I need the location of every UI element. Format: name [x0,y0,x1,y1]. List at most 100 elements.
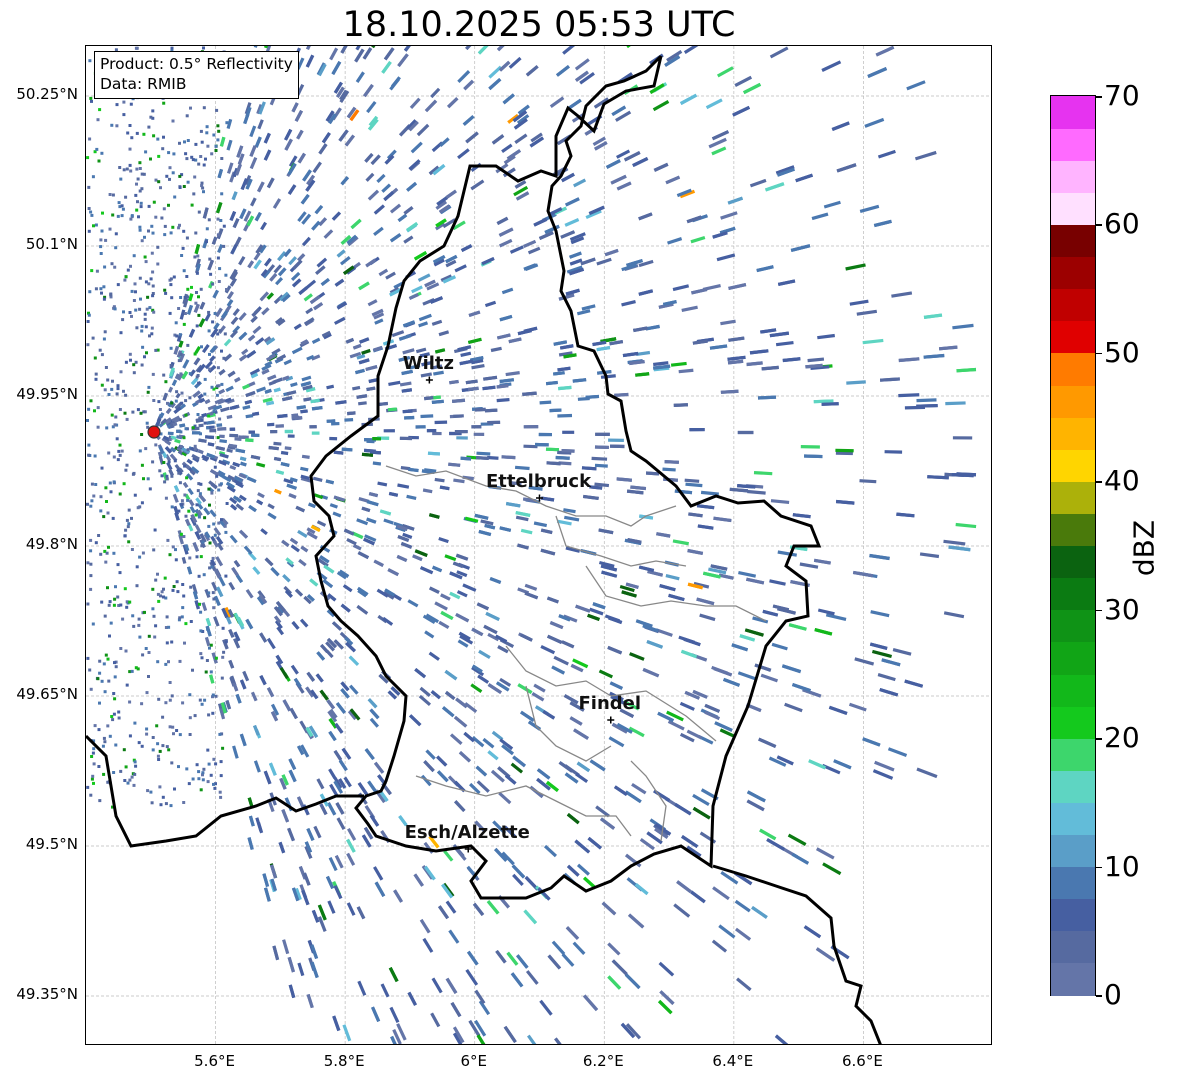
echo-cell [197,777,201,781]
echo-cell [817,333,835,340]
map-plot-area[interactable] [85,45,992,1045]
echo-cell [272,377,283,384]
echo-cell [333,749,343,761]
echo-cell [294,588,304,597]
echo-cell [87,313,91,317]
echo-cell [491,134,505,145]
echo-cell [487,750,499,761]
echo-cell [300,466,309,472]
radar-map[interactable] [86,46,992,1045]
echo-cell [153,635,157,639]
echo-cell [267,503,275,510]
echo-cell [454,264,467,273]
echo-cell [524,591,539,600]
echo-cell [238,312,247,321]
echo-cell [109,490,113,494]
echo-cell [327,900,336,914]
echo-cell [221,626,225,630]
echo-cell [130,669,134,673]
echo-cell [87,453,91,457]
echo-cell [136,200,139,204]
echo-cell [140,363,144,367]
echo-cell [340,176,350,186]
echo-cell [88,290,92,294]
echo-cell [403,206,414,215]
echo-cell [195,763,199,767]
echo-cell [119,331,123,335]
echo-cell [247,837,254,850]
echo-cell [224,574,228,578]
echo-cell [181,246,185,250]
echo-cell [760,328,777,334]
echo-cell [632,157,649,168]
echo-cell [498,238,513,248]
echo-cell [220,192,224,196]
echo-cell [546,596,559,604]
echo-cell [418,313,432,322]
echo-cell [587,613,600,622]
echo-cell [434,477,445,483]
echo-cell [543,844,558,858]
echo-cell [122,748,126,752]
echo-cell [143,255,147,259]
echo-cell [614,392,629,397]
echo-cell [665,175,681,185]
echo-cell [179,372,183,376]
echo-cell [711,939,728,953]
echo-cell [207,414,211,418]
echo-cell [178,733,182,737]
echo-cell [916,403,938,408]
echo-cell [408,467,419,473]
echo-cell [481,257,495,266]
echo-cell [434,601,448,611]
echo-cell [127,508,131,512]
echo-cell [202,106,206,110]
echo-cell [223,338,232,347]
echo-cell [303,397,312,402]
echo-cell [199,301,206,310]
echo-cell [180,503,184,507]
echo-cell [177,509,181,513]
echo-cell [99,552,103,556]
echo-cell [174,399,178,403]
echo-cell [316,651,326,661]
echo-cell [184,399,188,403]
echo-cell [667,237,683,245]
echo-cell [781,664,802,674]
echo-cell [196,413,200,416]
echo-cell [222,244,226,248]
echo-cell [613,785,628,797]
colorbar-tick-label: 0 [1104,978,1122,1011]
echo-cell [196,254,200,258]
echo-cell [576,761,591,773]
echo-cell [142,132,146,136]
echo-cell [187,509,191,513]
echo-cell [126,131,130,135]
echo-cell [734,927,752,941]
echo-cell [185,236,189,240]
echo-cell [297,962,305,977]
echo-cell [140,463,144,467]
echo-cell [219,136,226,147]
echo-cell [145,351,148,355]
echo-cell [362,47,373,60]
echo-cell [219,774,223,778]
echo-cell [86,502,89,506]
echo-cell [397,213,408,223]
echo-cell [291,621,300,630]
echo-cell [496,384,509,389]
echo-cell [499,378,515,384]
echo-cell [288,984,296,999]
colorbar-segment [1051,160,1095,193]
echo-cell [485,611,500,621]
echo-cell [482,385,496,391]
echo-cell [233,560,241,568]
echo-cell [139,205,143,209]
echo-cell [92,224,95,228]
echo-cell [140,172,144,176]
echo-cell [255,817,263,832]
echo-cell [182,322,186,326]
echo-cell [216,423,223,427]
echo-cell [100,383,104,387]
echo-cell [103,740,107,744]
